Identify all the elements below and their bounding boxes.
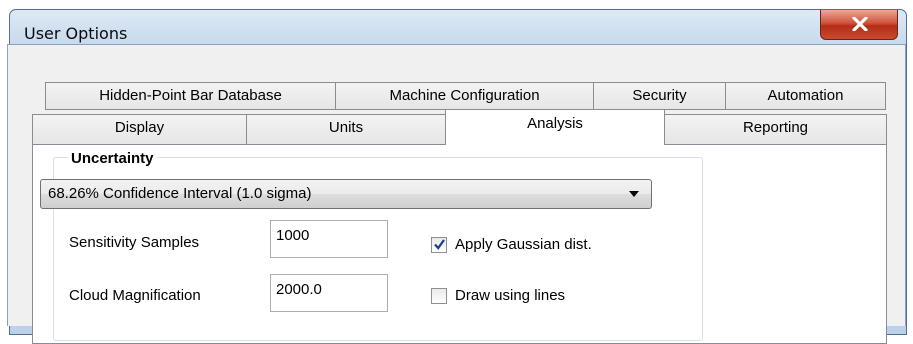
tab-label: Hidden-Point Bar Database	[99, 87, 282, 104]
tab-machine-configuration[interactable]: Machine Configuration	[335, 82, 594, 110]
sensitivity-samples-input[interactable]	[276, 227, 386, 244]
close-button[interactable]	[820, 10, 898, 40]
tab-label: Reporting	[742, 119, 809, 136]
cloud-magnification-input[interactable]	[276, 281, 386, 298]
tab-analysis[interactable]: Analysis	[445, 109, 665, 145]
tab-label: Machine Configuration	[389, 87, 540, 104]
tab-label: Automation	[767, 87, 844, 104]
close-icon	[852, 17, 868, 31]
confidence-interval-dropdown[interactable]: 68.26% Confidence Interval (1.0 sigma)	[40, 179, 652, 209]
uncertainty-heading: Uncertainty	[68, 150, 157, 167]
draw-lines-label[interactable]: Draw using lines	[455, 287, 565, 304]
sensitivity-samples-field[interactable]	[270, 220, 388, 258]
window-title: User Options	[24, 24, 128, 43]
confidence-interval-value: 68.26% Confidence Interval (1.0 sigma)	[48, 185, 312, 202]
tab-label: Display	[114, 119, 165, 136]
tab-hidden-point-bar-database[interactable]: Hidden-Point Bar Database	[45, 82, 336, 110]
cloud-magnification-field[interactable]	[270, 274, 388, 312]
chevron-down-icon	[629, 191, 639, 197]
apply-gaussian-label[interactable]: Apply Gaussian dist.	[455, 236, 592, 253]
cloud-magnification-label: Cloud Magnification	[69, 287, 201, 304]
tab-units[interactable]: Units	[246, 114, 446, 145]
tab-label: Units	[328, 119, 364, 136]
tab-reporting[interactable]: Reporting	[664, 114, 887, 145]
checkmark-icon	[434, 239, 445, 250]
draw-lines-checkbox[interactable]	[431, 288, 447, 304]
tab-display[interactable]: Display	[32, 114, 247, 145]
tab-label: Analysis	[527, 115, 583, 132]
tab-automation[interactable]: Automation	[725, 82, 886, 110]
tab-security[interactable]: Security	[593, 82, 726, 110]
sensitivity-samples-label: Sensitivity Samples	[69, 234, 200, 251]
apply-gaussian-checkbox[interactable]	[431, 237, 447, 253]
tab-label: Security	[632, 87, 687, 104]
